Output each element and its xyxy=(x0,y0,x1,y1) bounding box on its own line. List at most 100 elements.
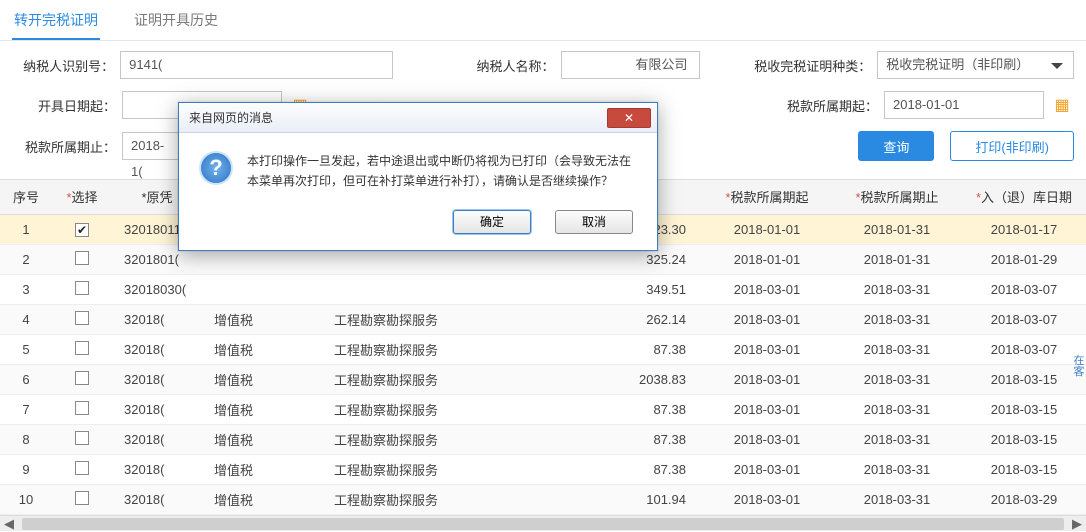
cell-seq: 7 xyxy=(0,394,52,424)
cell-amount: 87.38 xyxy=(522,424,702,454)
col-treasury-date[interactable]: 入（退）库日期 xyxy=(962,180,1086,214)
cell-period-from: 2018-01-01 xyxy=(702,244,832,274)
col-seq[interactable]: 序号 xyxy=(0,180,52,214)
cell-checkbox[interactable] xyxy=(52,454,112,484)
query-button[interactable]: 查询 xyxy=(858,131,934,161)
col-period-from[interactable]: 税款所属期起 xyxy=(702,180,832,214)
ok-button[interactable]: 确定 xyxy=(453,210,531,234)
cell-voucher: 32018( xyxy=(112,394,202,424)
table-row[interactable]: 532018(增值税工程勘察勘探服务87.382018-03-012018-03… xyxy=(0,334,1086,364)
cell-period-to: 2018-03-31 xyxy=(832,274,962,304)
cell-treasury-date: 2018-03-07 xyxy=(962,304,1086,334)
cell-period-to: 2018-03-31 xyxy=(832,424,962,454)
table-row[interactable]: 3 32018030( 349.512018-03-012018-03-312018… xyxy=(0,274,1086,304)
cell-treasury-date: 2018-03-15 xyxy=(962,454,1086,484)
cell-checkbox[interactable] xyxy=(52,244,112,274)
cell-period-to: 2018-03-31 xyxy=(832,304,962,334)
cell-period-from: 2018-03-01 xyxy=(702,304,832,334)
cell-period-from: 2018-03-01 xyxy=(702,334,832,364)
cell-checkbox[interactable] xyxy=(52,334,112,364)
cell-period-from: 2018-03-01 xyxy=(702,274,832,304)
cancel-button[interactable]: 取消 xyxy=(555,210,633,234)
cell-voucher: 32018( xyxy=(112,304,202,334)
calendar-icon[interactable]: ▦ xyxy=(1050,93,1074,117)
cell-tax-kind: 增值税 xyxy=(202,484,322,514)
col-select[interactable]: 选择 xyxy=(52,180,112,214)
cell-treasury-date: 2018-03-07 xyxy=(962,274,1086,304)
table-row[interactable]: 732018(增值税工程勘察勘探服务87.382018-03-012018-03… xyxy=(0,394,1086,424)
cell-amount: 87.38 xyxy=(522,334,702,364)
cert-type-select[interactable]: 税收完税证明（非印刷） xyxy=(877,51,1074,79)
label-taxpayer-id: 纳税人识别号： xyxy=(12,56,120,75)
cell-period-to: 2018-01-31 xyxy=(832,214,962,244)
cell-checkbox[interactable] xyxy=(52,394,112,424)
cell-tax-kind: 增值税 xyxy=(202,334,322,364)
table-row[interactable]: 432018(增值税工程勘察勘探服务262.142018-03-012018-0… xyxy=(0,304,1086,334)
horizontal-scrollbar[interactable]: ◀ ▶ xyxy=(0,515,1086,531)
cell-period-from: 2018-03-01 xyxy=(702,424,832,454)
dialog-title: 来自网页的消息 xyxy=(189,109,273,126)
cell-seq: 5 xyxy=(0,334,52,364)
cell-voucher: 32018( xyxy=(112,484,202,514)
taxpayer-id-input[interactable]: 9141( xyxy=(120,51,393,79)
tab-issue-history[interactable]: 证明开具历史 xyxy=(132,4,220,40)
tabs-bar: 转开完税证明 证明开具历史 xyxy=(0,0,1086,41)
cell-tax-kind xyxy=(202,274,322,304)
scroll-thumb[interactable] xyxy=(22,518,1064,530)
cell-voucher: 32018( xyxy=(112,454,202,484)
close-icon[interactable]: ✕ xyxy=(607,108,651,128)
dialog-titlebar[interactable]: 来自网页的消息 ✕ xyxy=(179,103,657,133)
cell-checkbox[interactable] xyxy=(52,214,112,244)
taxpayer-name-input[interactable]: 有限公司 xyxy=(561,51,701,79)
period-to-input[interactable]: 2018-1( xyxy=(122,132,182,160)
cell-seq: 9 xyxy=(0,454,52,484)
cell-period-from: 2018-03-01 xyxy=(702,364,832,394)
cell-period-to: 2018-03-31 xyxy=(832,454,962,484)
table-row[interactable]: 832018(增值税工程勘察勘探服务87.382018-03-012018-03… xyxy=(0,424,1086,454)
cell-voucher: 32018( xyxy=(112,364,202,394)
cell-item: 工程勘察勘探服务 xyxy=(322,454,522,484)
cell-period-from: 2018-03-01 xyxy=(702,454,832,484)
table-row[interactable]: 632018(增值税工程勘察勘探服务2038.832018-03-012018-… xyxy=(0,364,1086,394)
cell-seq: 1 xyxy=(0,214,52,244)
cell-voucher: 32018( xyxy=(112,424,202,454)
cell-item: 工程勘察勘探服务 xyxy=(322,394,522,424)
print-button[interactable]: 打印(非印刷) xyxy=(950,131,1074,161)
cell-checkbox[interactable] xyxy=(52,304,112,334)
cell-seq: 4 xyxy=(0,304,52,334)
scroll-left-icon[interactable]: ◀ xyxy=(0,516,18,532)
cell-item: 工程勘察勘探服务 xyxy=(322,304,522,334)
cell-treasury-date: 2018-01-29 xyxy=(962,244,1086,274)
cell-period-to: 2018-03-31 xyxy=(832,394,962,424)
cell-checkbox[interactable] xyxy=(52,274,112,304)
label-cert-type: 税收完税证明种类： xyxy=(740,56,878,75)
cell-seq: 2 xyxy=(0,244,52,274)
table-row[interactable]: 1032018(增值税工程勘察勘探服务101.942018-03-012018-… xyxy=(0,484,1086,514)
side-widget[interactable]: 在客 xyxy=(1072,356,1086,378)
cell-treasury-date: 2018-03-15 xyxy=(962,424,1086,454)
cell-amount: 87.38 xyxy=(522,454,702,484)
cell-amount: 87.38 xyxy=(522,394,702,424)
cell-voucher: 32018030( xyxy=(112,274,202,304)
cell-amount: 262.14 xyxy=(522,304,702,334)
label-taxpayer-name: 纳税人名称： xyxy=(452,56,560,75)
cell-amount: 349.51 xyxy=(522,274,702,304)
cell-checkbox[interactable] xyxy=(52,424,112,454)
col-period-to[interactable]: 税款所属期止 xyxy=(832,180,962,214)
cell-period-to: 2018-03-31 xyxy=(832,364,962,394)
period-from-input[interactable]: 2018-01-01 xyxy=(884,91,1044,119)
dialog-message: 本打印操作一旦发起，若中途退出或中断仍将视为已打印（会导致无法在本菜单再次打印，… xyxy=(247,151,637,192)
cell-seq: 3 xyxy=(0,274,52,304)
tab-issue-cert[interactable]: 转开完税证明 xyxy=(12,4,100,40)
question-icon: ? xyxy=(199,151,233,185)
label-period-to: 税款所属期止： xyxy=(12,137,122,156)
cell-checkbox[interactable] xyxy=(52,364,112,394)
cell-tax-kind: 增值税 xyxy=(202,454,322,484)
scroll-right-icon[interactable]: ▶ xyxy=(1068,516,1086,532)
table-row[interactable]: 932018(增值税工程勘察勘探服务87.382018-03-012018-03… xyxy=(0,454,1086,484)
cell-item xyxy=(322,274,522,304)
cell-item: 工程勘察勘探服务 xyxy=(322,424,522,454)
cell-seq: 6 xyxy=(0,364,52,394)
cell-checkbox[interactable] xyxy=(52,484,112,514)
cell-treasury-date: 2018-03-29 xyxy=(962,484,1086,514)
